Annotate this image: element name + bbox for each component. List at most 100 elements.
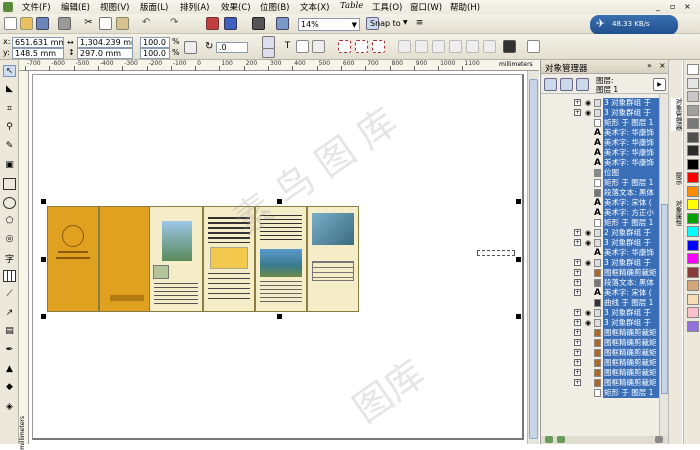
tab-object-properties[interactable]: 对象属性 bbox=[671, 200, 682, 226]
object-tree-row[interactable]: + ◉ 3 对象群组 于 bbox=[541, 258, 659, 268]
object-tree-row[interactable]: + 图框精确剪裁矩 bbox=[541, 358, 659, 368]
menu-item[interactable]: 位图(B) bbox=[260, 1, 289, 13]
color-swatch[interactable] bbox=[687, 172, 699, 183]
visibility-icon[interactable]: ◉ bbox=[584, 319, 592, 327]
brochure-inner-panel-4[interactable] bbox=[307, 206, 359, 312]
object-tree-row[interactable]: + 图框精确剪裁矩 bbox=[541, 348, 659, 358]
expand-icon[interactable]: + bbox=[574, 349, 581, 356]
menu-item[interactable]: 工具(O) bbox=[372, 1, 402, 13]
docker-menu-icon[interactable]: ▶ bbox=[653, 78, 666, 91]
open-icon[interactable] bbox=[20, 17, 33, 30]
layer-manager-view-icon[interactable] bbox=[576, 78, 589, 91]
copy-icon[interactable] bbox=[99, 17, 112, 30]
rectangle-tool-icon[interactable] bbox=[3, 178, 16, 190]
rotation-field[interactable]: .0 bbox=[216, 42, 248, 53]
paste-icon[interactable] bbox=[116, 17, 129, 30]
object-tree-row[interactable]: 矩形 于 图层 1 bbox=[541, 178, 659, 188]
expand-icon[interactable]: + bbox=[574, 309, 581, 316]
selection-handle[interactable] bbox=[41, 199, 46, 204]
shape-tool-icon[interactable]: ◣ bbox=[3, 84, 16, 96]
expand-icon[interactable]: + bbox=[574, 269, 581, 276]
object-tree-row[interactable]: + 图框精确剪裁矩 bbox=[541, 268, 659, 278]
visibility-icon[interactable] bbox=[584, 349, 592, 357]
polygon-tool-icon[interactable]: ⬠ bbox=[3, 216, 16, 228]
pick-tool-icon[interactable]: ↖ bbox=[3, 65, 16, 77]
visibility-icon[interactable]: ◉ bbox=[584, 99, 592, 107]
object-tree-row[interactable]: 曲线 于 图层 1 bbox=[541, 298, 659, 308]
selection-handle[interactable] bbox=[516, 199, 521, 204]
expand-icon[interactable]: + bbox=[574, 99, 581, 106]
group-icon[interactable] bbox=[338, 40, 351, 53]
visibility-icon[interactable] bbox=[584, 149, 592, 157]
visibility-icon[interactable] bbox=[584, 389, 592, 397]
menu-item[interactable]: 窗口(W) bbox=[410, 1, 442, 13]
object-tree-row[interactable]: A 美术字: 华康饰 bbox=[541, 248, 659, 258]
object-tree-row[interactable]: + ◉ 3 对象群组 于 bbox=[541, 98, 659, 108]
object-tree-row[interactable]: + ◉ 3 对象群组 于 bbox=[541, 108, 659, 118]
combine-icon[interactable] bbox=[398, 40, 411, 53]
save-icon[interactable] bbox=[36, 17, 49, 30]
color-swatch[interactable] bbox=[687, 320, 699, 332]
snap-to-dropdown[interactable]: Snap to bbox=[370, 19, 401, 28]
freehand-tool-icon[interactable]: ✎ bbox=[3, 141, 16, 153]
menu-item[interactable]: 帮助(H) bbox=[450, 1, 480, 13]
back-minus-front-icon[interactable] bbox=[503, 40, 516, 53]
object-tree-row[interactable]: + 段落文本: 黑体 bbox=[541, 278, 659, 288]
new-icon[interactable] bbox=[4, 17, 17, 30]
menu-item[interactable]: 编辑(E) bbox=[61, 1, 90, 13]
object-tree-row[interactable]: + 图框精确剪裁矩 bbox=[541, 368, 659, 378]
color-swatch[interactable] bbox=[687, 185, 699, 197]
object-tree-row[interactable]: 位图 bbox=[541, 168, 659, 178]
x-position-field[interactable]: 651.631 mm bbox=[12, 37, 64, 48]
color-swatch[interactable] bbox=[687, 64, 699, 75]
selection-handle[interactable] bbox=[41, 257, 46, 262]
tab-hints[interactable]: 提示 bbox=[671, 172, 682, 185]
lock-ratio-icon[interactable] bbox=[184, 41, 197, 54]
expand-icon[interactable]: + bbox=[574, 319, 581, 326]
expand-icon[interactable]: + bbox=[574, 239, 581, 246]
menu-item[interactable]: Table bbox=[340, 1, 363, 11]
mirror-vertical-icon[interactable] bbox=[262, 48, 275, 58]
color-swatch[interactable] bbox=[687, 212, 699, 224]
app-launcher-icon[interactable] bbox=[252, 17, 265, 30]
object-tree-row[interactable]: A 美术字: 华康饰 bbox=[541, 138, 659, 148]
zoom-level-select[interactable]: 14% ▼ bbox=[298, 18, 360, 31]
outline-icon[interactable] bbox=[312, 40, 325, 53]
selection-handle[interactable] bbox=[41, 314, 46, 319]
color-swatch[interactable] bbox=[687, 131, 699, 143]
text-icon[interactable]: T bbox=[281, 40, 294, 53]
expand-icon[interactable]: + bbox=[574, 339, 581, 346]
visibility-icon[interactable] bbox=[584, 269, 592, 277]
height-field[interactable]: 297.0 mm bbox=[77, 48, 133, 59]
menu-item[interactable]: 视图(V) bbox=[100, 1, 129, 13]
connector-tool-icon[interactable]: ↗ bbox=[3, 308, 16, 320]
object-tree-row[interactable]: + 图框精确剪裁矩 bbox=[541, 378, 659, 388]
color-swatch[interactable] bbox=[687, 104, 699, 116]
visibility-icon[interactable] bbox=[584, 329, 592, 337]
visibility-icon[interactable] bbox=[584, 189, 592, 197]
color-swatch[interactable] bbox=[687, 145, 699, 156]
visibility-icon[interactable]: ◉ bbox=[584, 309, 592, 317]
object-tree-row[interactable]: + 图框精确剪裁矩 bbox=[541, 328, 659, 338]
visibility-icon[interactable]: ◉ bbox=[584, 229, 592, 237]
menu-item[interactable]: 版面(L) bbox=[140, 1, 168, 13]
front-minus-back-icon[interactable] bbox=[483, 40, 496, 53]
weld-icon[interactable] bbox=[415, 40, 428, 53]
menu-item[interactable]: 效果(C) bbox=[221, 1, 251, 13]
outline-tool-icon[interactable]: ▲ bbox=[3, 364, 16, 376]
expand-icon[interactable]: + bbox=[574, 109, 581, 116]
brochure-inner-panel-1[interactable] bbox=[149, 206, 203, 312]
object-tree-row[interactable]: A 美术字: 华康饰 bbox=[541, 148, 659, 158]
expand-icon[interactable]: + bbox=[574, 329, 581, 336]
visibility-icon[interactable] bbox=[584, 339, 592, 347]
export-icon[interactable] bbox=[224, 17, 237, 30]
undo-icon[interactable]: ↶ bbox=[142, 17, 155, 30]
selection-handle[interactable] bbox=[277, 314, 282, 319]
delete-icon[interactable] bbox=[655, 436, 663, 443]
close-icon[interactable]: × bbox=[659, 61, 666, 70]
object-tree-row[interactable]: + 图框精确剪裁矩 bbox=[541, 338, 659, 348]
selection-handle[interactable] bbox=[516, 257, 521, 262]
blend-tool-icon[interactable]: ▤ bbox=[3, 326, 16, 338]
color-swatch[interactable] bbox=[687, 77, 699, 89]
visibility-icon[interactable]: ◉ bbox=[584, 109, 592, 117]
